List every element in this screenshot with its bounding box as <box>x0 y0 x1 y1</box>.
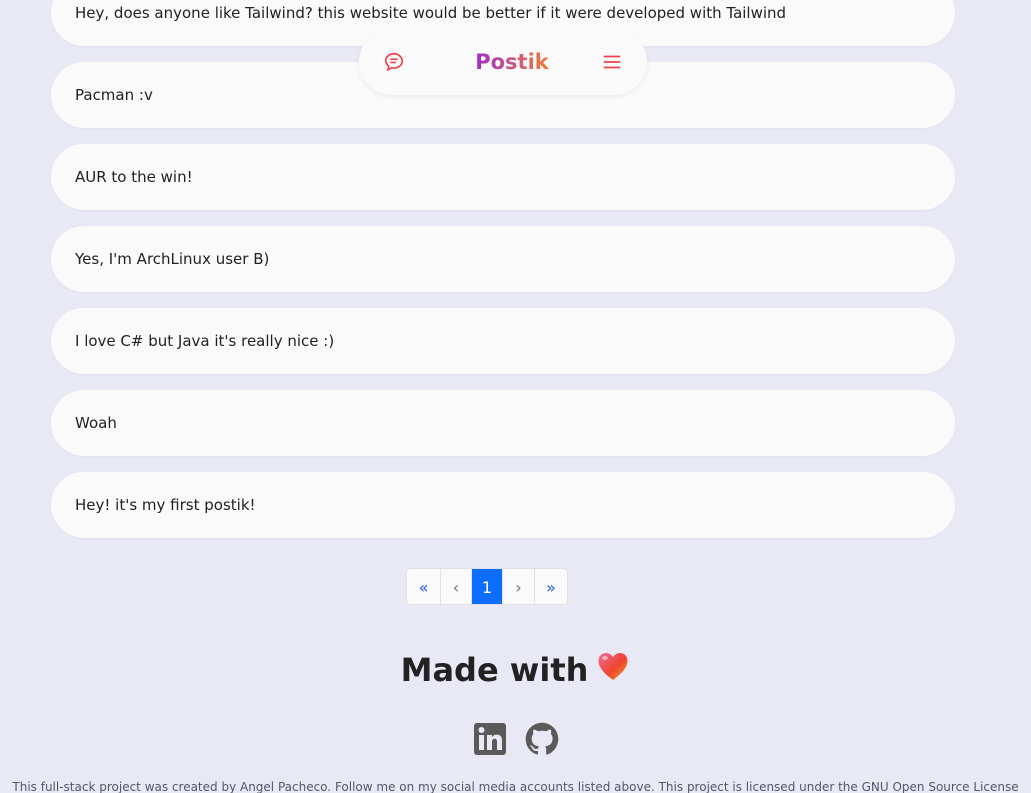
post-text: Pacman :v <box>75 86 153 104</box>
chat-bubble-icon[interactable] <box>381 49 407 75</box>
post-card[interactable]: AUR to the win! <box>51 144 955 210</box>
last-page-button[interactable]: » <box>535 569 567 604</box>
current-page-button[interactable]: 1 <box>472 569 503 604</box>
brand-logo[interactable]: Postik <box>475 50 549 74</box>
hamburger-menu-icon[interactable] <box>599 49 625 75</box>
post-card[interactable]: I love C# but Java it's really nice :) <box>51 308 955 374</box>
made-with-text: Made with <box>400 651 589 689</box>
first-page-button[interactable]: « <box>407 569 441 604</box>
footer-license-text: This full-stack project was created by A… <box>12 780 1019 793</box>
post-card[interactable]: Woah <box>51 390 955 456</box>
floating-navbar: Postik <box>359 28 647 95</box>
linkedin-icon[interactable] <box>473 722 507 756</box>
post-text: Hey! it's my first postik! <box>75 496 256 514</box>
pagination: « ‹ 1 › » <box>406 568 568 605</box>
post-text: AUR to the win! <box>75 168 193 186</box>
post-text: I love C# but Java it's really nice :) <box>75 332 335 350</box>
post-text: Yes, I'm ArchLinux user B) <box>75 250 270 268</box>
post-card[interactable]: Hey! it's my first postik! <box>51 472 955 538</box>
social-links <box>0 722 1031 756</box>
github-icon[interactable] <box>525 722 559 756</box>
post-text: Woah <box>75 414 117 432</box>
post-text: Hey, does anyone like Tailwind? this web… <box>75 4 787 22</box>
made-with-heading: Made with <box>0 650 1031 690</box>
previous-page-button[interactable]: ‹ <box>441 569 472 604</box>
next-page-button[interactable]: › <box>503 569 535 604</box>
heart-icon <box>596 650 630 690</box>
post-card[interactable]: Yes, I'm ArchLinux user B) <box>51 226 955 292</box>
